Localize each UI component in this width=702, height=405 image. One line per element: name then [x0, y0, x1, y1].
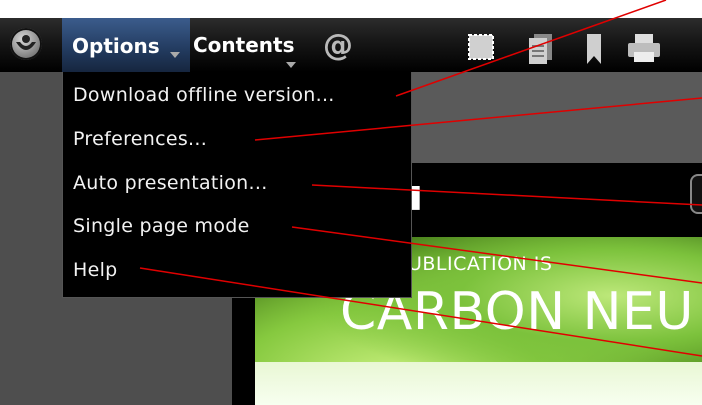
app-logo-icon[interactable] — [10, 28, 42, 60]
pages-icon[interactable] — [526, 32, 554, 64]
at-sign-icon[interactable]: @ — [323, 28, 353, 63]
leaf-image-bottom — [255, 362, 702, 405]
headline-small: PUBLICATION IS — [396, 253, 553, 275]
options-dropdown-menu: Download offline version... Preferences.… — [62, 72, 412, 298]
toolbar: Options Contents @ — [0, 0, 702, 72]
select-area-icon[interactable] — [466, 32, 496, 62]
print-icon[interactable] — [626, 32, 662, 64]
chevron-down-icon — [286, 62, 297, 68]
contents-menu-button[interactable]: Contents — [193, 30, 297, 68]
document-search-box — [690, 174, 702, 214]
menu-item-single-page-mode[interactable]: Single page mode — [73, 215, 250, 237]
options-menu-label: Options — [72, 34, 160, 58]
at-sign-glyph: @ — [323, 28, 353, 63]
chevron-down-icon — [170, 52, 180, 58]
menu-item-help[interactable]: Help — [73, 259, 118, 281]
menu-item-download-offline[interactable]: Download offline version... — [73, 84, 335, 106]
bookmark-icon[interactable] — [583, 32, 605, 66]
menu-item-preferences[interactable]: Preferences... — [73, 128, 207, 150]
menu-item-auto-presentation[interactable]: Auto presentation... — [73, 172, 268, 194]
contents-menu-label: Contents — [193, 33, 295, 57]
options-menu-button[interactable]: Options — [62, 18, 190, 72]
